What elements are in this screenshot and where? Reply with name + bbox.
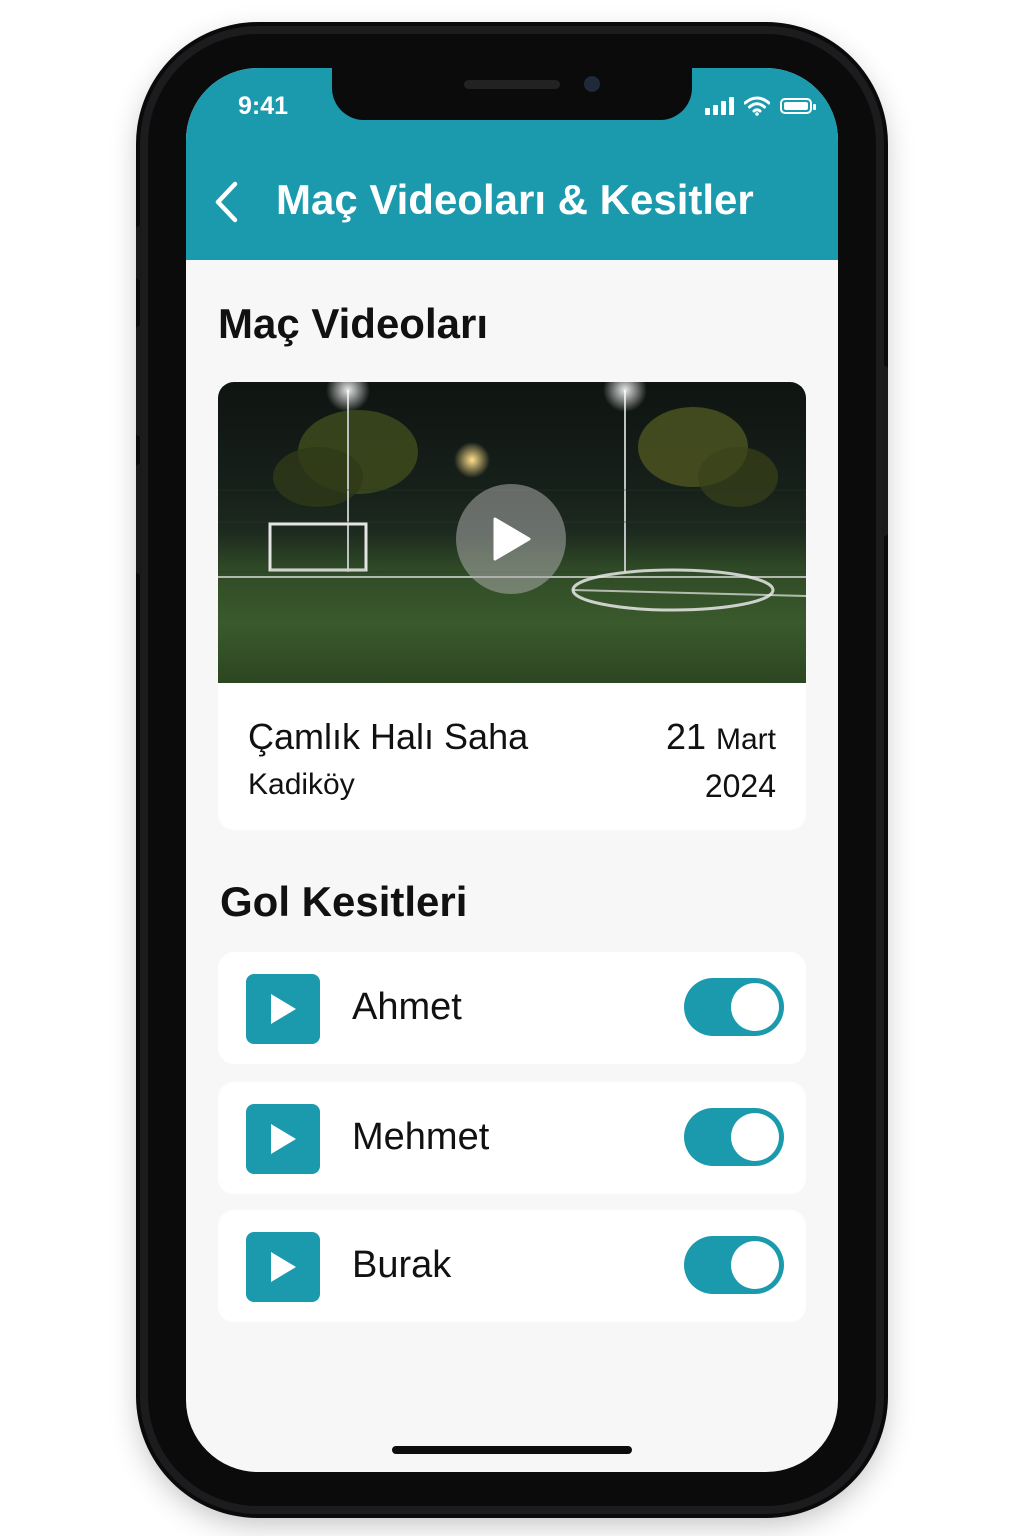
clip-play-button[interactable]: [246, 1104, 320, 1174]
clip-row[interactable]: Burak: [218, 1210, 806, 1322]
home-indicator[interactable]: [392, 1446, 632, 1454]
signal-icon: [705, 97, 734, 115]
speaker: [464, 80, 560, 89]
clip-name: Ahmet: [352, 986, 462, 1028]
clip-toggle[interactable]: [684, 1108, 784, 1166]
clip-row[interactable]: Mehmet: [218, 1082, 806, 1194]
video-date-day-month: 21 Mart: [666, 716, 776, 758]
clip-name: Burak: [352, 1244, 452, 1286]
video-date-month: Mart: [716, 723, 776, 756]
clip-toggle[interactable]: [684, 1236, 784, 1294]
videos-section-title: Maç Videoları: [218, 300, 489, 347]
video-card[interactable]: Çamlık Halı Saha Kadiköy 21 Mart 2024: [218, 382, 806, 830]
play-icon: [271, 1252, 296, 1282]
clip-play-button[interactable]: [246, 974, 320, 1044]
venue-district: Kadiköy: [248, 768, 355, 801]
play-icon: [271, 1124, 296, 1154]
clip-toggle[interactable]: [684, 978, 784, 1036]
video-thumbnail[interactable]: [218, 382, 806, 683]
clips-section-title: Gol Kesitleri: [220, 878, 468, 925]
page-title: Maç Videoları & Kesitler: [276, 176, 754, 223]
back-button[interactable]: [208, 178, 244, 226]
chevron-left-icon: [215, 181, 238, 223]
wifi-icon: [744, 96, 770, 116]
toggle-knob: [731, 1113, 779, 1161]
video-date-day: 21: [665, 716, 706, 757]
notch: [332, 68, 692, 120]
play-icon: [493, 517, 531, 561]
video-play-button[interactable]: [456, 484, 566, 594]
volume-down-button: [136, 464, 142, 574]
venue-name: Çamlık Halı Saha: [248, 716, 529, 757]
play-icon: [271, 994, 296, 1024]
clip-play-button[interactable]: [246, 1232, 320, 1302]
status-icons: [705, 96, 816, 116]
mute-switch: [136, 226, 142, 280]
status-time: 9:41: [238, 92, 289, 120]
volume-up-button: [136, 326, 142, 436]
power-button: [882, 366, 888, 536]
toggle-knob: [731, 1241, 779, 1289]
screen: 9:41 Maç Videoları & Kesitler Maç Videol…: [186, 68, 838, 1472]
clip-row[interactable]: Ahmet: [218, 952, 806, 1064]
clip-name: Mehmet: [352, 1116, 490, 1158]
battery-icon: [780, 98, 816, 114]
toggle-knob: [731, 983, 779, 1031]
front-camera: [584, 76, 600, 92]
video-date-year: 2024: [704, 768, 776, 804]
